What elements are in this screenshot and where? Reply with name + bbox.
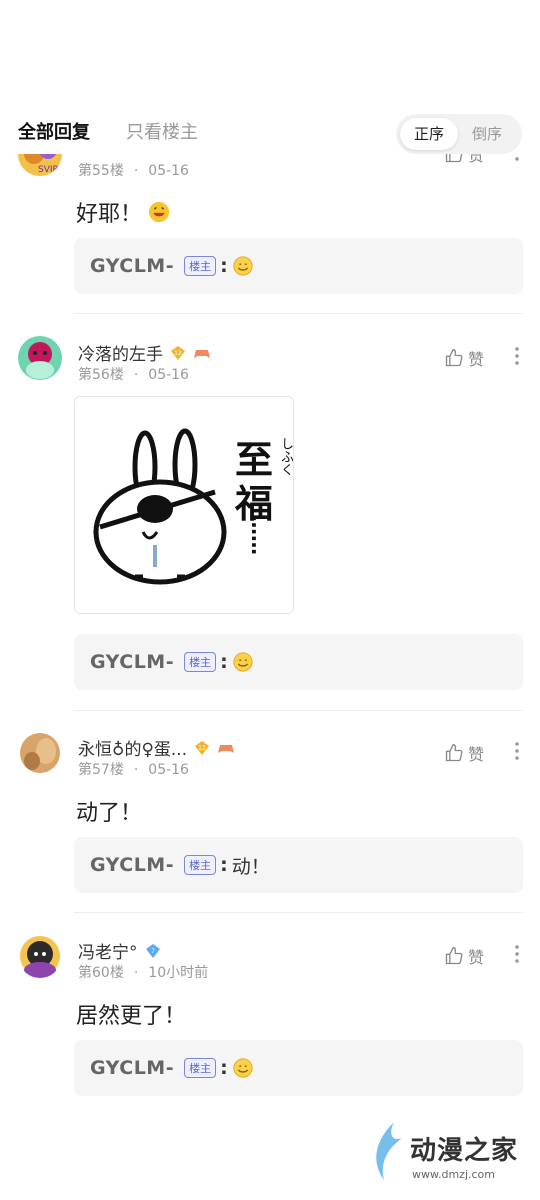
like-button[interactable]: 赞 <box>444 741 484 765</box>
like-label: 赞 <box>467 948 484 967</box>
site-watermark: 动漫之家 www.dmzj.com <box>366 1120 526 1190</box>
username[interactable]: 冯老宁° <box>78 938 138 963</box>
thumbs-up-icon <box>445 946 463 965</box>
more-options-icon[interactable] <box>514 944 520 968</box>
watermark-url: www.dmzj.com <box>412 1168 495 1181</box>
sort-asc-button[interactable]: 正序 <box>400 118 458 150</box>
like-label: 赞 <box>467 745 484 764</box>
op-reply-box[interactable]: GYCLM- 楼主 : <box>74 238 523 294</box>
avatar[interactable] <box>18 336 62 380</box>
svg-text:SVIP: SVIP <box>38 165 59 175</box>
sticker-furigana: しふく <box>278 437 293 476</box>
op-reply-box[interactable]: GYCLM- 楼主 : <box>74 634 523 690</box>
level-badge-icon: 7 <box>145 943 160 958</box>
post-date: 05-16 <box>148 367 189 383</box>
like-label: 赞 <box>467 350 484 369</box>
op-reply-box[interactable]: GYCLM- 楼主 : <box>74 1040 523 1096</box>
post-date: 10小时前 <box>148 965 209 981</box>
reply-username[interactable]: GYCLM- <box>90 255 174 277</box>
post-text: 动了！ <box>76 801 143 826</box>
post-date: 05-16 <box>148 163 189 179</box>
op-reply-box[interactable]: GYCLM- 楼主 : 动！ <box>74 837 523 893</box>
laughing-emoji-icon <box>148 201 170 223</box>
divider <box>74 710 523 711</box>
post-text: 好耶！ <box>76 202 143 227</box>
thumbs-up-icon <box>445 743 463 762</box>
tab-all-replies[interactable]: 全部回复 <box>18 118 90 144</box>
sort-toggle: 正序 倒序 <box>396 114 522 154</box>
gamepad-icon <box>218 744 235 753</box>
smile-emoji-icon <box>233 1058 253 1078</box>
floor-number: 第60楼 <box>78 965 124 981</box>
level-badge-icon: 12 <box>171 345 185 360</box>
reply-username[interactable]: GYCLM- <box>90 1057 174 1079</box>
op-badge: 楼主 <box>184 855 217 875</box>
smile-emoji-icon <box>233 652 253 672</box>
svg-text:12: 12 <box>198 745 206 752</box>
username[interactable]: 永恒♁的♀蛋... <box>78 735 187 760</box>
avatar[interactable] <box>18 934 62 978</box>
more-options-icon[interactable] <box>514 346 520 370</box>
svg-text:7: 7 <box>151 948 155 955</box>
reply-text: 动！ <box>231 855 270 878</box>
floor-number: 第57楼 <box>78 762 124 778</box>
svg-text:12: 12 <box>174 350 182 357</box>
sort-desc-button[interactable]: 倒序 <box>458 118 516 150</box>
reply-username[interactable]: GYCLM- <box>90 651 174 673</box>
watermark-name: 动漫之家 <box>410 1136 519 1166</box>
reply-tabs-bar: 全部回复 只看楼主 正序 倒序 <box>0 108 540 154</box>
more-options-icon[interactable] <box>514 741 520 765</box>
gamepad-icon <box>194 349 210 358</box>
level-badge-icon: 12 <box>195 740 210 755</box>
thumbs-up-icon <box>445 348 463 367</box>
post-date: 05-16 <box>148 762 189 778</box>
reply-username[interactable]: GYCLM- <box>90 854 174 876</box>
sticker-dots: …… <box>247 515 271 555</box>
post-text: 居然更了！ <box>76 1004 187 1029</box>
floor-number: 第55楼 <box>78 163 124 179</box>
floor-number: 第56楼 <box>78 367 124 383</box>
tab-op-only[interactable]: 只看楼主 <box>126 118 198 144</box>
dmzj-logo-icon <box>376 1122 402 1180</box>
avatar[interactable] <box>18 731 62 775</box>
sticker-image[interactable]: 至 福 しふく …… <box>74 396 294 614</box>
op-badge: 楼主 <box>184 1058 217 1078</box>
username[interactable]: 冷落的左手 <box>78 340 163 365</box>
op-badge: 楼主 <box>184 652 217 672</box>
like-button[interactable]: 赞 <box>444 346 484 370</box>
divider <box>74 912 523 913</box>
divider <box>74 313 523 314</box>
like-button[interactable]: 赞 <box>444 944 484 968</box>
smile-emoji-icon <box>233 256 253 276</box>
op-badge: 楼主 <box>184 256 217 276</box>
